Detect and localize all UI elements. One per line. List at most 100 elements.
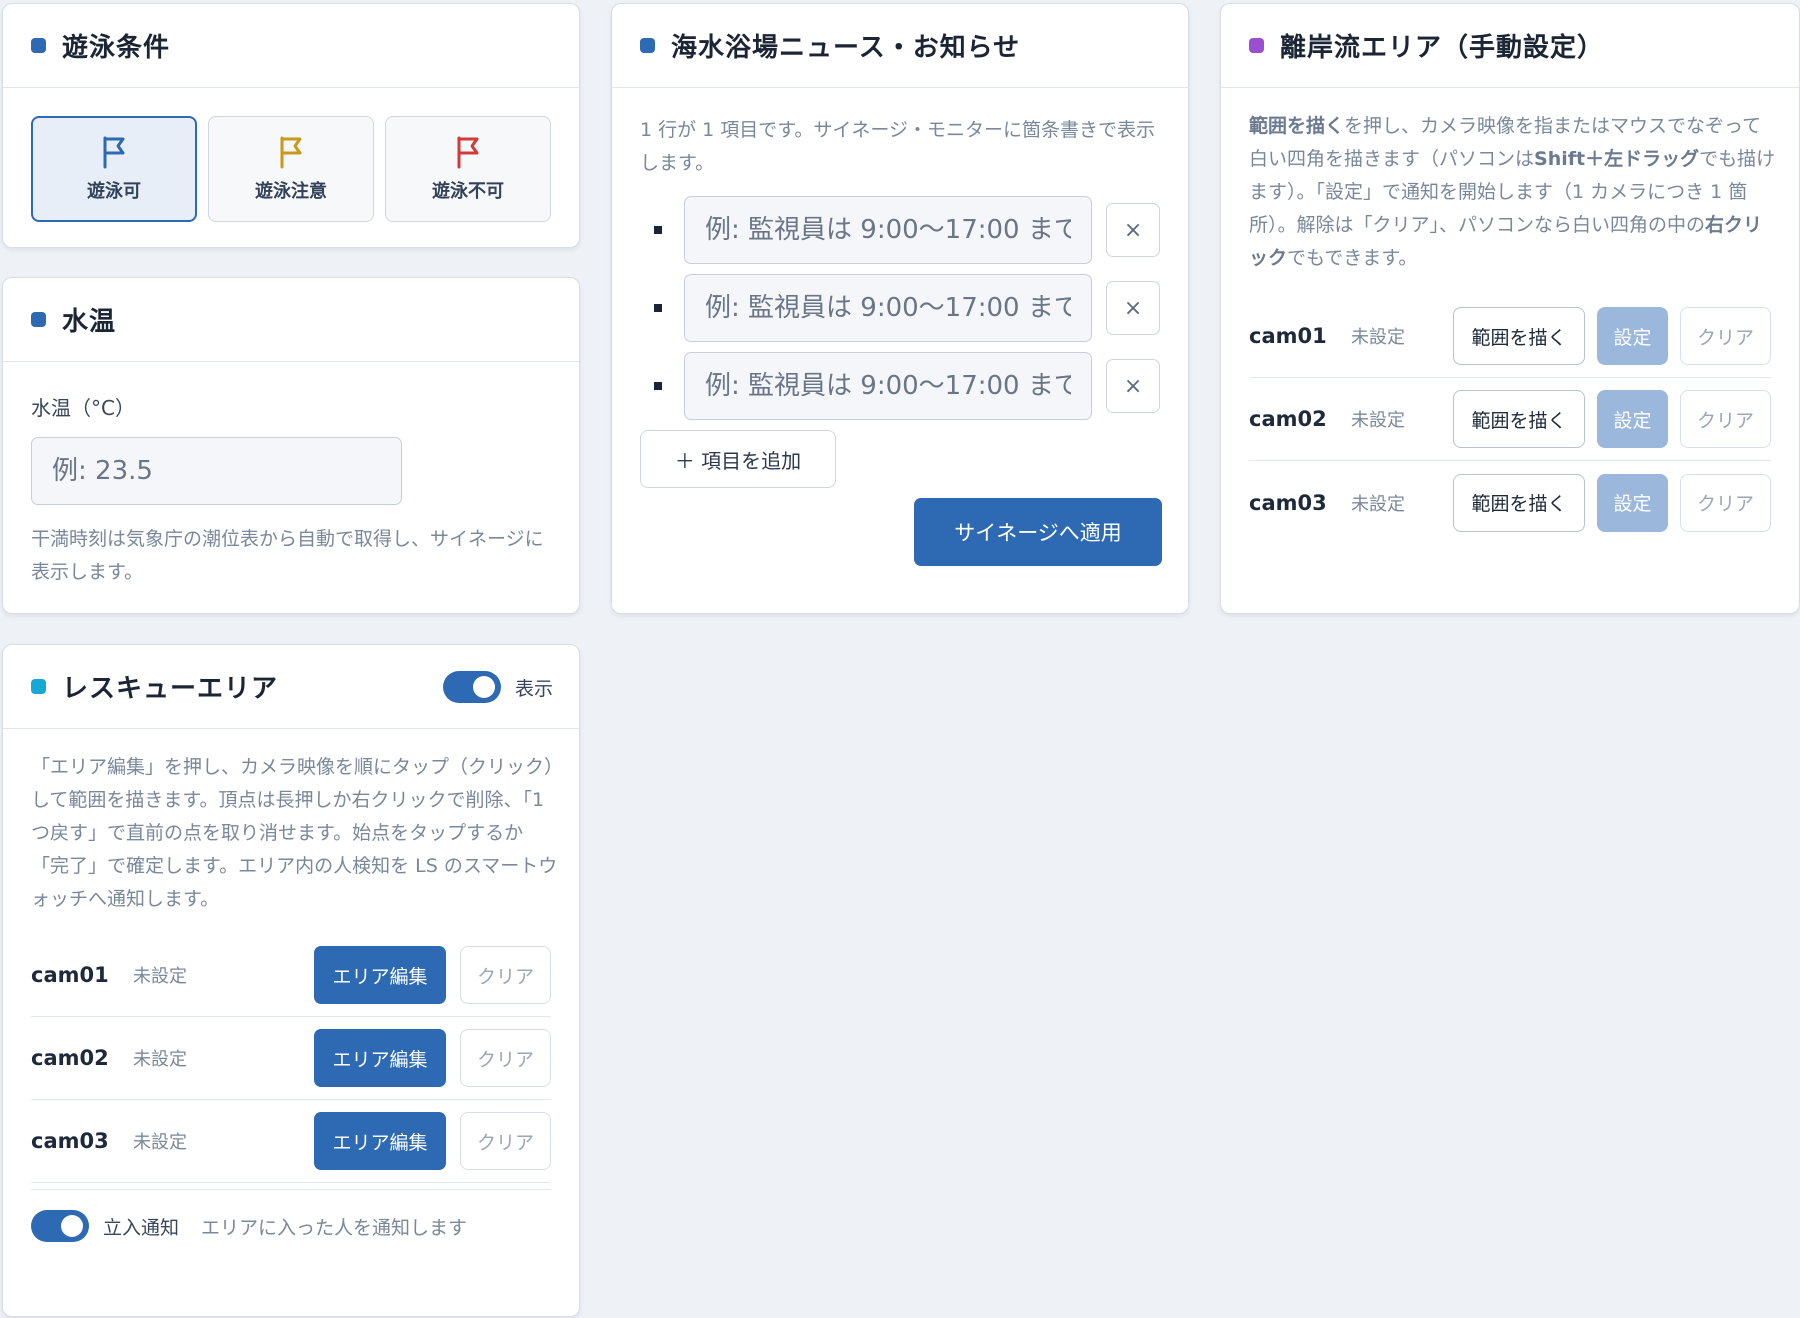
set-button[interactable]: 設定 <box>1597 307 1668 365</box>
cam-name: cam02 <box>1249 407 1327 431</box>
rescue-edit-button[interactable]: エリア編集 <box>314 946 446 1004</box>
news-list: × × × <box>640 196 1160 420</box>
rip-cam-row: cam01 未設定 範囲を描く 設定 クリア <box>1249 295 1771 378</box>
water-temp-card: 水温 水温（°C） 干満時刻は気象庁の潮位表から自動で取得し、サイネージに表示し… <box>2 277 580 614</box>
rescue-area-card: レスキューエリア 表示 「エリア編集」を押し、カメラ映像を順にタップ（クリック）… <box>2 644 580 1317</box>
draw-range-button[interactable]: 範囲を描く <box>1453 307 1585 365</box>
swim-conditions-card: 遊泳条件 遊泳可 遊泳注意 遊泳不可 <box>2 3 580 248</box>
rescue-cam-row: cam03 未設定 エリア編集 クリア <box>31 1100 551 1183</box>
water-temp-help: 干満時刻は気象庁の潮位表から自動で取得し、サイネージに表示します。 <box>31 528 544 583</box>
cam-name: cam03 <box>1249 490 1327 515</box>
rip-cam-row: cam03 未設定 範囲を描く 設定 クリア <box>1249 461 1771 544</box>
swim-conditions-title: 遊泳条件 <box>62 33 171 63</box>
water-temp-input[interactable] <box>31 437 402 505</box>
section-dot-icon <box>31 38 46 53</box>
entry-notify-desc: エリアに入った人を通知します <box>201 1216 468 1239</box>
news-item: × <box>640 352 1160 420</box>
cam-status: 未設定 <box>1351 493 1405 515</box>
news-card: 海水浴場ニュース・お知らせ 1 行が 1 項目です。サイネージ・モニターに箇条書… <box>611 3 1189 614</box>
add-item-button[interactable]: ＋ 項目を追加 <box>640 430 836 488</box>
water-temp-label: 水温（°C） <box>31 396 135 420</box>
rescue-clear-button[interactable]: クリア <box>460 1029 551 1087</box>
rescue-cam-row: cam01 未設定 エリア編集 クリア <box>31 934 551 1017</box>
water-temp-title: 水温 <box>62 307 117 337</box>
set-button[interactable]: 設定 <box>1597 473 1668 532</box>
rescue-cam-list: cam01 未設定 エリア編集 クリア cam02 未設定 エリア編集 クリア … <box>31 934 551 1183</box>
rip-clear-button[interactable]: クリア <box>1680 473 1771 532</box>
toggle-knob <box>472 676 495 698</box>
cam-status: 未設定 <box>133 966 187 987</box>
draw-range-button[interactable]: 範囲を描く <box>1453 473 1585 532</box>
cam-name: cam02 <box>31 1046 109 1070</box>
cam-status: 未設定 <box>133 1049 187 1070</box>
section-dot-icon <box>31 679 46 694</box>
close-icon: × <box>1123 217 1143 243</box>
news-item-input[interactable] <box>684 274 1093 342</box>
cam-status: 未設定 <box>1351 410 1405 431</box>
rip-cam-row: cam02 未設定 範囲を描く 設定 クリア <box>1249 378 1771 461</box>
bullet-icon <box>654 304 662 312</box>
section-dot-icon <box>1249 38 1264 53</box>
remove-item-button[interactable]: × <box>1106 203 1160 257</box>
rip-cam-list: cam01 未設定 範囲を描く 設定 クリア cam02 未設定 範囲を描く 設… <box>1249 295 1771 544</box>
swim-ok-label: 遊泳可 <box>87 181 141 202</box>
entry-notify-label: 立入通知 <box>103 1216 180 1239</box>
swim-ng-button[interactable]: 遊泳不可 <box>385 116 552 222</box>
section-dot-icon <box>640 38 655 53</box>
entry-notify-row: 立入通知 エリアに入った人を通知します <box>31 1189 551 1242</box>
news-item: × <box>640 196 1160 264</box>
rescue-clear-button[interactable]: クリア <box>460 1112 551 1170</box>
rescue-edit-button[interactable]: エリア編集 <box>314 1112 446 1170</box>
cam-status: 未設定 <box>1351 327 1405 348</box>
remove-item-button[interactable]: × <box>1106 359 1160 413</box>
flag-icon <box>457 136 479 169</box>
bullet-icon <box>654 382 662 390</box>
rescue-help: 「エリア編集」を押し、カメラ映像を順にタップ（クリック）して範囲を描きます。頂点… <box>31 756 558 910</box>
news-item-input[interactable] <box>684 196 1093 264</box>
news-item: × <box>640 274 1160 342</box>
water-temp-header: 水温 <box>3 278 579 362</box>
entry-notify-toggle[interactable] <box>31 1210 89 1242</box>
news-item-input[interactable] <box>684 352 1093 420</box>
swim-conditions-header: 遊泳条件 <box>3 4 579 88</box>
rip-help-text: でもできます。 <box>1287 247 1418 269</box>
swim-caution-label: 遊泳注意 <box>255 181 328 202</box>
bullet-icon <box>654 226 662 234</box>
rip-current-header: 離岸流エリア（手動設定） <box>1221 4 1799 88</box>
cam-name: cam01 <box>31 963 109 987</box>
news-header: 海水浴場ニュース・お知らせ <box>612 4 1188 88</box>
cam-name: cam03 <box>31 1129 109 1153</box>
rescue-display-toggle[interactable] <box>442 671 501 703</box>
rip-current-title: 離岸流エリア（手動設定） <box>1280 33 1605 63</box>
draw-range-button[interactable]: 範囲を描く <box>1453 390 1585 448</box>
rescue-edit-button[interactable]: エリア編集 <box>314 1029 446 1087</box>
close-icon: × <box>1123 373 1143 399</box>
flag-icon <box>103 136 125 169</box>
swim-ng-label: 遊泳不可 <box>432 181 505 202</box>
remove-item-button[interactable]: × <box>1106 281 1160 335</box>
apply-signage-button[interactable]: サイネージへ適用 <box>914 498 1162 566</box>
set-button[interactable]: 設定 <box>1597 390 1668 448</box>
news-description: 1 行が 1 項目です。サイネージ・モニターに箇条書きで表示します。 <box>640 119 1156 174</box>
rescue-cam-row: cam02 未設定 エリア編集 クリア <box>31 1017 551 1100</box>
toggle-knob <box>61 1215 83 1237</box>
swim-flag-options: 遊泳可 遊泳注意 遊泳不可 <box>31 116 552 222</box>
cam-name: cam01 <box>1249 324 1327 348</box>
rescue-area-header: レスキューエリア 表示 <box>3 645 579 729</box>
swim-caution-button[interactable]: 遊泳注意 <box>208 116 375 222</box>
section-dot-icon <box>31 312 46 327</box>
rip-help-strong: Shift＋左ドラッグ <box>1534 148 1700 170</box>
cam-status: 未設定 <box>133 1132 187 1153</box>
rip-help: 範囲を描くを押し、カメラ映像を指またはマウスでなぞって白い四角を描きます（パソコ… <box>1249 110 1779 275</box>
close-icon: × <box>1123 295 1143 321</box>
news-title: 海水浴場ニュース・お知らせ <box>671 33 1021 63</box>
rescue-area-title: レスキューエリア <box>62 674 279 704</box>
rescue-display-label: 表示 <box>514 677 553 700</box>
rip-help-strong: 範囲を描く <box>1249 115 1345 137</box>
flag-icon <box>280 136 302 169</box>
rip-clear-button[interactable]: クリア <box>1680 390 1771 448</box>
rip-clear-button[interactable]: クリア <box>1680 307 1771 365</box>
rescue-clear-button[interactable]: クリア <box>460 946 551 1004</box>
swim-ok-button[interactable]: 遊泳可 <box>31 116 198 222</box>
rip-current-card: 離岸流エリア（手動設定） 範囲を描くを押し、カメラ映像を指またはマウスでなぞって… <box>1220 3 1800 614</box>
